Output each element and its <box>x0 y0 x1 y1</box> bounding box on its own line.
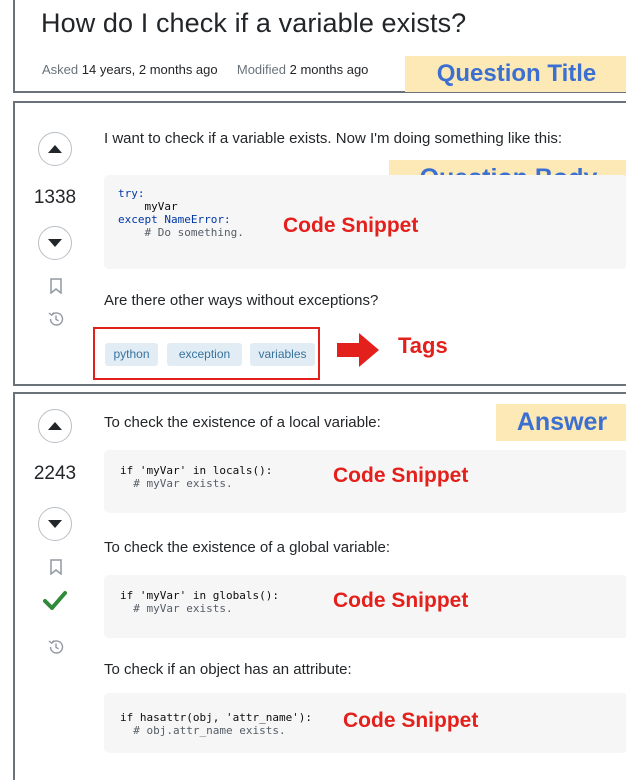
answer-downvote-button[interactable] <box>38 507 72 541</box>
bookmark-icon[interactable] <box>49 278 63 294</box>
annotation-answer: Answer <box>496 404 626 441</box>
caret-up-icon <box>48 422 62 430</box>
question-body-intro: I want to check if a variable exists. No… <box>104 130 563 147</box>
code-global-line-2: # myVar exists. <box>120 602 233 615</box>
question-body-panel: 1338 I want to check if a variable exist… <box>13 101 626 386</box>
annotation-code-snippet-local: Code Snippet <box>333 464 469 487</box>
history-icon[interactable] <box>47 310 65 328</box>
annotation-question-title: Question Title <box>405 56 626 92</box>
answer-text-local: To check the existence of a local variab… <box>104 414 381 431</box>
caret-down-icon <box>48 239 62 247</box>
code-local-line-2: # myVar exists. <box>120 477 233 490</box>
code-attr-line-2: # obj.attr_name exists. <box>120 724 286 737</box>
tag-python[interactable]: python <box>105 343 158 366</box>
question-meta: Asked 14 years, 2 months ago Modified 2 … <box>42 62 368 77</box>
code-line-3: except NameError: <box>118 213 231 226</box>
question-header: How do I check if a variable exists? Ask… <box>13 0 626 93</box>
caret-down-icon <box>48 520 62 528</box>
annotation-code-snippet-attribute: Code Snippet <box>343 709 479 732</box>
question-score: 1338 <box>33 187 77 208</box>
answer-upvote-button[interactable] <box>38 409 72 443</box>
code-line-4: # Do something. <box>118 226 244 239</box>
answer-text-attribute: To check if an object has an attribute: <box>104 661 352 678</box>
right-arrow-icon <box>337 333 379 367</box>
question-body-question: Are there other ways without exceptions? <box>104 292 379 309</box>
bookmark-icon[interactable] <box>49 559 63 575</box>
question-downvote-button[interactable] <box>38 226 72 260</box>
code-global-line-1: if 'myVar' in globals(): <box>120 589 279 602</box>
caret-up-icon <box>48 145 62 153</box>
history-icon[interactable] <box>47 638 65 656</box>
page-title[interactable]: How do I check if a variable exists? <box>41 8 466 39</box>
code-line-1: try: <box>118 187 145 200</box>
answer-panel: 2243 Answer To check the existence of a … <box>13 392 626 780</box>
tag-exception[interactable]: exception <box>167 343 242 366</box>
annotation-code-snippet-global: Code Snippet <box>333 589 469 612</box>
annotation-tags: Tags <box>398 333 448 358</box>
annotation-answer-label: Answer <box>516 408 608 436</box>
answer-text-global: To check the existence of a global varia… <box>104 539 391 556</box>
code-attr-line-1: if hasattr(obj, 'attr_name'): <box>120 711 313 724</box>
code-line-2: myVar <box>118 200 178 213</box>
answer-score: 2243 <box>33 463 77 484</box>
modified-value: 2 months ago <box>289 62 369 77</box>
checkmark-icon <box>43 591 67 610</box>
asked-value: 14 years, 2 months ago <box>81 62 218 77</box>
annotation-code-snippet: Code Snippet <box>283 214 419 237</box>
annotation-question-title-label: Question Title <box>436 60 597 87</box>
asked-label: Asked <box>42 62 79 77</box>
code-local-line-1: if 'myVar' in locals(): <box>120 464 273 477</box>
tag-variables[interactable]: variables <box>250 343 315 366</box>
modified-label: Modified <box>236 62 287 77</box>
question-upvote-button[interactable] <box>38 132 72 166</box>
